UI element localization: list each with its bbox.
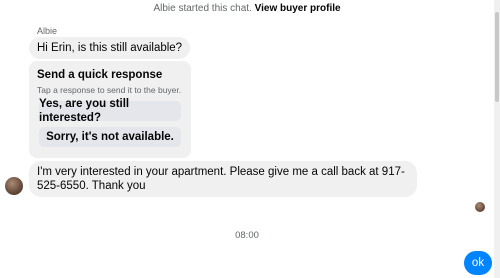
message-text: Hi Erin, is this still available? <box>37 42 183 54</box>
quick-response-button-yes[interactable]: Yes, are you still interested? <box>39 98 181 124</box>
message-timestamp: 08:00 <box>235 230 259 241</box>
view-buyer-profile-link[interactable]: View buyer profile <box>255 3 341 14</box>
message-text: I'm very interested in your apartment. P… <box>37 166 405 192</box>
sender-name: Albie <box>37 26 58 36</box>
message-text: ok <box>471 257 485 269</box>
incoming-message-bubble: I'm very interested in your apartment. P… <box>29 161 417 197</box>
seen-avatar-icon <box>475 202 485 212</box>
chat-started-text: Albie started this chat. <box>153 3 252 14</box>
quick-response-button-sorry[interactable]: Sorry, it's not available. <box>39 127 181 147</box>
quick-response-subtitle: Tap a response to send it to the buyer. <box>37 85 182 95</box>
outgoing-message-bubble: ok <box>464 251 492 275</box>
incoming-message-bubble: Hi Erin, is this still available? <box>29 37 191 59</box>
quick-response-card: Send a quick response Tap a response to … <box>29 61 191 158</box>
scrollbar[interactable] <box>494 0 500 278</box>
avatar[interactable] <box>5 177 23 195</box>
quick-response-title: Send a quick response <box>37 69 163 81</box>
chat-started-notice: Albie started this chat. View buyer prof… <box>0 3 494 14</box>
scrollbar-thumb[interactable] <box>495 12 499 102</box>
